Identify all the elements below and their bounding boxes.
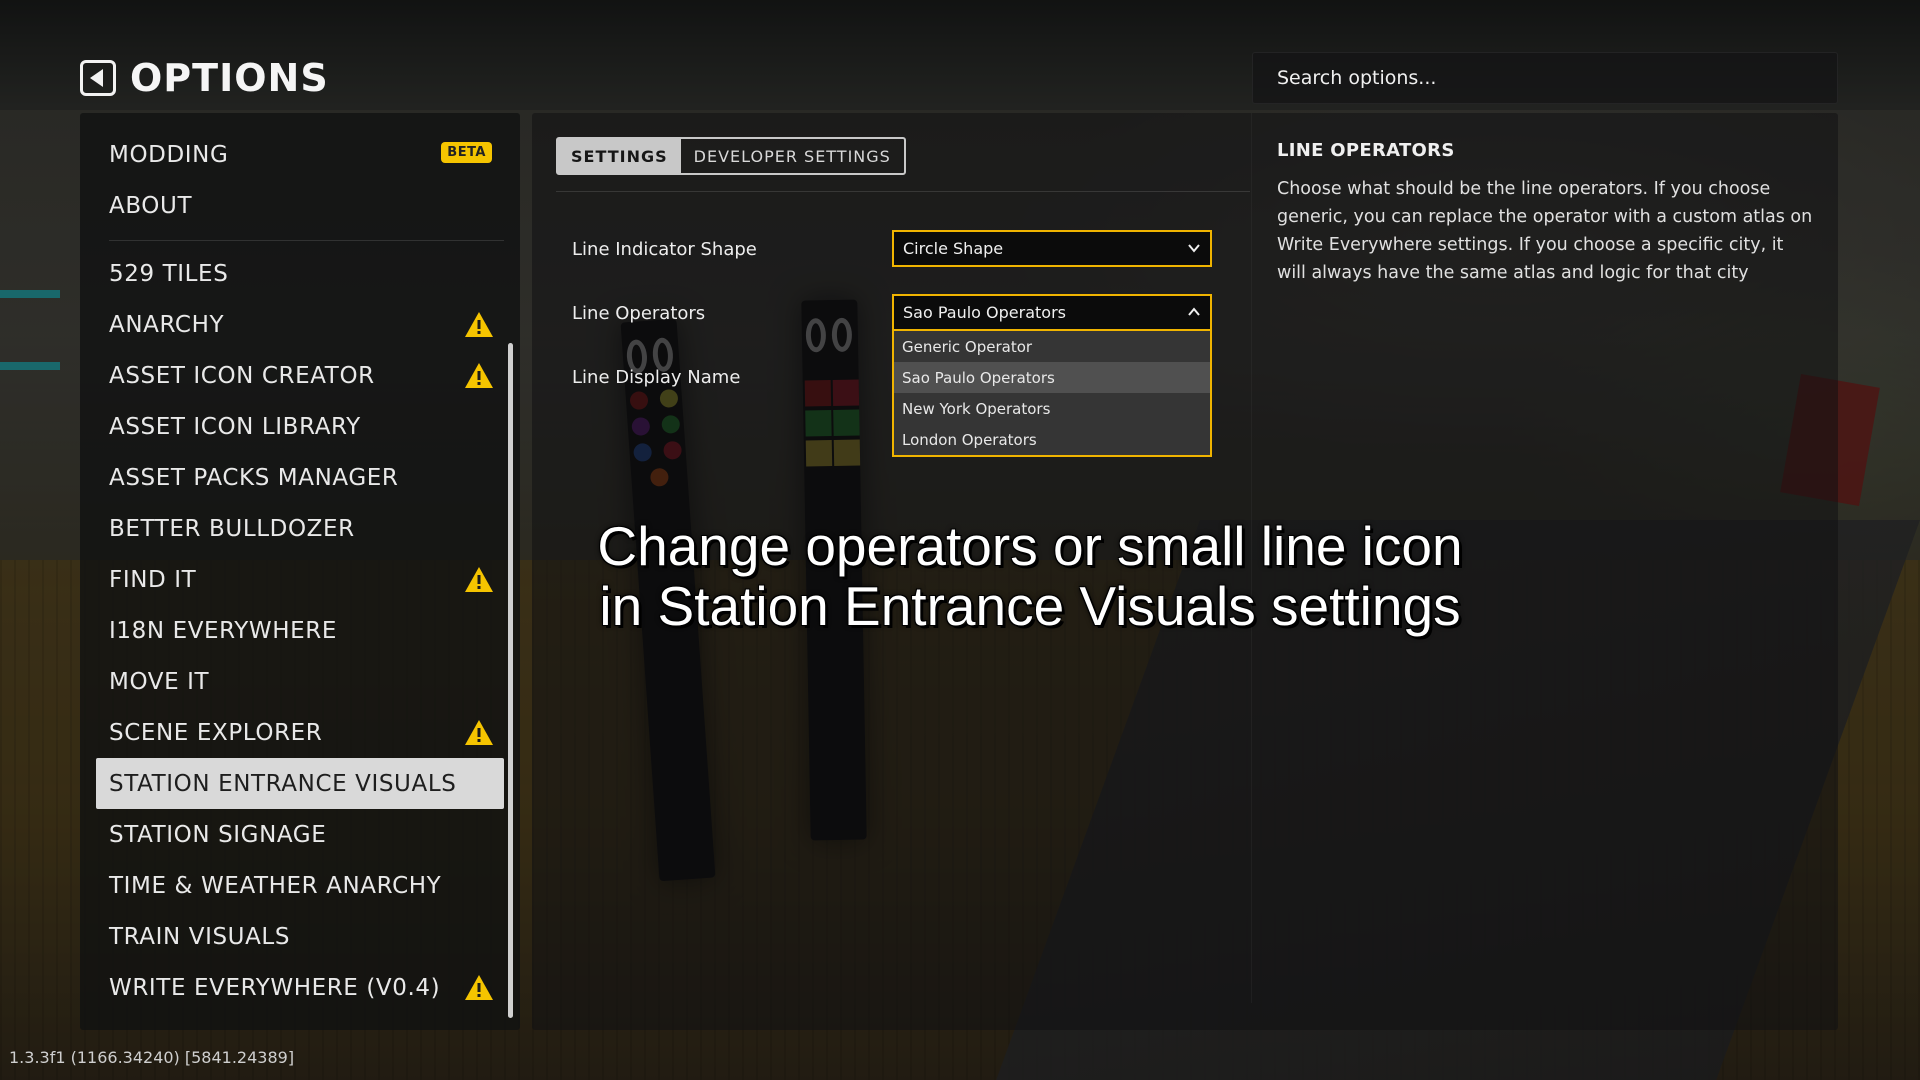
menu-item-sao-paulo-operators[interactable]: Sao Paulo Operators	[894, 362, 1210, 393]
dropdown-value: Sao Paulo Operators	[903, 303, 1066, 322]
sidebar-item-label: 529 TILES	[109, 260, 229, 287]
sidebar-item-label: MODDING	[109, 141, 229, 168]
version-label: 1.3.3f1 (1166.34240) [5841.24389]	[9, 1048, 295, 1067]
chevron-down-icon	[1188, 244, 1200, 253]
options-header: OPTIONS	[80, 56, 329, 100]
warning-icon	[465, 720, 493, 745]
sidebar-item-asset-packs-manager[interactable]: ASSET PACKS MANAGER	[96, 452, 504, 503]
tab-developer-settings[interactable]: DEVELOPER SETTINGS	[681, 139, 904, 173]
line-operators-dropdown[interactable]: Sao Paulo Operators	[892, 294, 1212, 331]
tabs-divider	[556, 191, 1250, 192]
sidebar-item-label: MOVE IT	[109, 668, 210, 695]
help-title: LINE OPERATORS	[1277, 140, 1455, 161]
help-description: Choose what should be the line operators…	[1277, 179, 1813, 283]
sidebar-scrollbar[interactable]	[508, 343, 513, 1018]
sidebar-item-station-entrance-visuals[interactable]: STATION ENTRANCE VISUALS	[96, 758, 504, 809]
sidebar-item-scene-explorer[interactable]: SCENE EXPLORER	[96, 707, 504, 758]
search-input[interactable]: Search options...	[1252, 52, 1838, 104]
line-operators-menu: Generic Operator Sao Paulo Operators New…	[892, 331, 1212, 457]
sidebar-item-move-it[interactable]: MOVE IT	[96, 656, 504, 707]
sidebar-item-label: TIME & WEATHER ANARCHY	[109, 872, 442, 899]
tab-bar: SETTINGS DEVELOPER SETTINGS	[556, 137, 906, 175]
sidebar: MODDING BETA ABOUT 529 TILES ANARCHY ASS…	[80, 113, 520, 1030]
sidebar-divider	[109, 240, 504, 241]
teal-stripe	[0, 362, 60, 370]
sidebar-item-better-bulldozer[interactable]: BETTER BULLDOZER	[96, 503, 504, 554]
sidebar-item-label: STATION SIGNAGE	[109, 821, 327, 848]
line-operators-label: Line Operators	[572, 303, 706, 324]
sidebar-item-label: I18N EVERYWHERE	[109, 617, 338, 644]
menu-item-new-york-operators[interactable]: New York Operators	[894, 393, 1210, 424]
sidebar-item-station-signage[interactable]: STATION SIGNAGE	[96, 809, 504, 860]
back-button[interactable]	[80, 60, 116, 96]
sidebar-item-label: FIND IT	[109, 566, 197, 593]
sidebar-item-label: ASSET PACKS MANAGER	[109, 464, 399, 491]
sidebar-item-anarchy[interactable]: ANARCHY	[96, 299, 504, 350]
tab-settings[interactable]: SETTINGS	[558, 139, 681, 173]
page-title: OPTIONS	[130, 56, 329, 100]
sidebar-item-train-visuals[interactable]: TRAIN VISUALS	[96, 911, 504, 962]
warning-icon	[465, 975, 493, 1000]
caption-line: in Station Entrance Visuals settings	[599, 575, 1461, 637]
sidebar-item-label: ANARCHY	[109, 311, 225, 338]
line-display-name-label: Line Display Name	[572, 367, 741, 388]
sidebar-item-529-tiles[interactable]: 529 TILES	[96, 248, 504, 299]
teal-stripe	[0, 290, 60, 298]
sidebar-item-label: ASSET ICON LIBRARY	[109, 413, 361, 440]
back-arrow-icon	[90, 69, 103, 87]
menu-item-generic-operator[interactable]: Generic Operator	[894, 331, 1210, 362]
warning-icon	[465, 363, 493, 388]
video-caption: Change operators or small line icon in S…	[540, 516, 1520, 636]
sidebar-item-label: SCENE EXPLORER	[109, 719, 323, 746]
sidebar-item-time-weather-anarchy[interactable]: TIME & WEATHER ANARCHY	[96, 860, 504, 911]
dropdown-value: Circle Shape	[903, 239, 1004, 258]
menu-item-london-operators[interactable]: London Operators	[894, 424, 1210, 455]
line-indicator-shape-label: Line Indicator Shape	[572, 239, 757, 260]
sidebar-item-asset-icon-creator[interactable]: ASSET ICON CREATOR	[96, 350, 504, 401]
sidebar-item-write-everywhere[interactable]: WRITE EVERYWHERE (V0.4)	[96, 962, 504, 1013]
sidebar-item-label: WRITE EVERYWHERE (V0.4)	[109, 974, 441, 1001]
sidebar-item-find-it[interactable]: FIND IT	[96, 554, 504, 605]
chevron-up-icon	[1188, 307, 1200, 316]
sidebar-item-label: ASSET ICON CREATOR	[109, 362, 375, 389]
warning-icon	[465, 567, 493, 592]
sidebar-item-label: ABOUT	[109, 192, 193, 219]
sidebar-item-modding[interactable]: MODDING BETA	[96, 129, 504, 180]
warning-icon	[465, 312, 493, 337]
sidebar-item-asset-icon-library[interactable]: ASSET ICON LIBRARY	[96, 401, 504, 452]
beta-badge: BETA	[441, 142, 492, 163]
sidebar-item-label: BETTER BULLDOZER	[109, 515, 355, 542]
sidebar-item-label: TRAIN VISUALS	[109, 923, 291, 950]
line-indicator-shape-dropdown[interactable]: Circle Shape	[892, 230, 1212, 267]
caption-line: Change operators or small line icon	[597, 515, 1463, 577]
sidebar-item-about[interactable]: ABOUT	[96, 180, 504, 231]
sidebar-item-label: STATION ENTRANCE VISUALS	[109, 770, 457, 797]
sidebar-item-i18n-everywhere[interactable]: I18N EVERYWHERE	[96, 605, 504, 656]
